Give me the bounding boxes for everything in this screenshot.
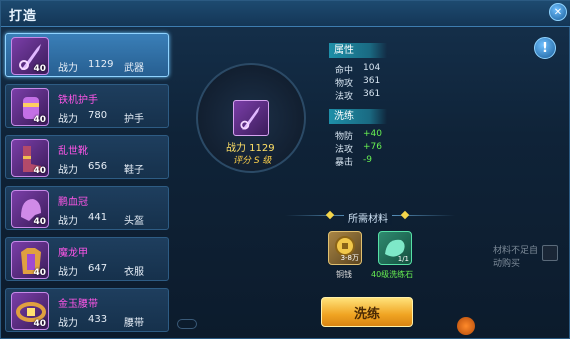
item-level: 40 [33,268,46,278]
power-label: 战力 [58,216,78,227]
wash-button[interactable]: 洗练 [321,297,413,327]
armor-icon: 40 [11,241,49,279]
refine-title: 洗练 [329,109,387,124]
equipment-item-gauntlet[interactable]: 40 铁机护手 战力 780 护手 [5,84,169,128]
title-bar: 打造 ✕ [1,1,570,27]
material-quantity: 1/1 [397,255,409,263]
equipment-item-armor[interactable]: 40 魔龙甲 战力 647 衣服 [5,237,169,281]
power-label: 战力 [58,267,78,278]
power-value: 433 [88,314,108,325]
attribute-row: 法攻 361 [335,89,380,102]
item-type: 武器 [124,63,144,74]
item-name: 铁机护手 [58,95,98,106]
power-label: 战力 [58,165,78,176]
item-type: 头盔 [124,216,144,227]
refine-label: 暴击 [335,158,354,168]
refine-value: +76 [363,142,382,152]
attribute-label: 物攻 [335,79,354,89]
close-button[interactable]: ✕ [549,3,567,21]
item-level: 40 [33,115,46,125]
power-value: 780 [88,110,108,121]
boots-icon: 40 [11,139,49,177]
attribute-row: 物攻 361 [335,76,380,89]
close-icon: ✕ [553,6,563,18]
sword-icon: 40 [11,37,49,75]
refine-label: 法攻 [335,145,354,155]
attribute-label: 法攻 [335,92,354,102]
diamond-icon [325,210,335,220]
refine-row: 法攻 +76 [335,142,382,155]
selected-item-rating: 评分 S 级 [233,156,272,166]
helmet-icon: 40 [11,190,49,228]
equipment-item-helmet[interactable]: 40 鹏血冠 战力 441 头盔 [5,186,169,230]
window-title: 打造 [9,9,38,24]
item-name: 乱世靴 [58,146,88,157]
equipment-list: 40 战力 1129 武器 40 铁机护手 战力 780 护手 40 乱世靴 战… [5,33,171,335]
selected-item-power: 战力 1129 [226,143,275,154]
attribute-value: 361 [363,76,381,86]
equipment-item-weapon[interactable]: 40 战力 1129 武器 [5,33,169,77]
material-quantity: 3-8万 [340,254,359,262]
item-type: 鞋子 [124,165,144,176]
power-label: 战力 [58,318,78,329]
item-name: 鹏血冠 [58,197,88,208]
power-label: 战力 [58,63,78,74]
belt-icon: 40 [11,292,49,330]
stone-icon[interactable]: 1/1 [378,231,412,265]
attribute-value: 104 [363,63,381,73]
material-name: 铜钱 [336,270,352,279]
equipment-item-boots[interactable]: 40 乱世靴 战力 656 鞋子 [5,135,169,179]
item-name: 金玉腰带 [58,299,98,310]
coin-icon[interactable]: 3-8万 [328,231,362,265]
attribute-value: 361 [363,89,381,99]
refine-value: +40 [363,129,382,139]
auto-buy-checkbox[interactable] [542,245,558,261]
scroll-indicator [177,319,197,329]
item-level: 40 [33,217,46,227]
power-value: 656 [88,161,108,172]
item-type: 护手 [124,114,144,125]
refine-label: 物防 [335,132,354,142]
power-value: 441 [88,212,108,223]
power-label: 战力 [58,114,78,125]
equipment-item-belt[interactable]: 40 金玉腰带 战力 433 腰带 [5,288,169,332]
material-name: 40级洗练石 [371,270,414,279]
forge-window: 打造 ✕ 40 战力 1129 武器 40 铁机护手 战力 780 护手 40 … [0,0,570,339]
power-value: 1129 [88,59,114,70]
refine-value: -9 [363,155,372,165]
attributes-title: 属性 [329,43,387,58]
attribute-label: 命中 [335,66,354,76]
gauntlet-icon: 40 [11,88,49,126]
refine-row: 暴击 -9 [335,155,372,168]
item-level: 40 [33,319,46,329]
sword-icon[interactable] [233,100,269,136]
auto-buy-label: 材料不足自动购买 [493,246,539,269]
materials-title: 所需材料 [344,210,392,225]
item-name: 魔龙甲 [58,248,88,259]
info-icon: ! [542,40,548,56]
item-level: 40 [33,64,46,74]
stats-panel: 属性 命中 104 物攻 361 法攻 361 洗练 物防 +40 法攻 +76… [329,41,541,201]
power-value: 647 [88,263,108,274]
item-type: 衣服 [124,267,144,278]
item-type: 腰带 [124,318,144,329]
refine-row: 物防 +40 [335,129,382,142]
corner-logo-icon [457,317,475,335]
item-level: 40 [33,166,46,176]
info-button[interactable]: ! [534,37,556,59]
diamond-icon [400,210,410,220]
attribute-row: 命中 104 [335,63,380,76]
